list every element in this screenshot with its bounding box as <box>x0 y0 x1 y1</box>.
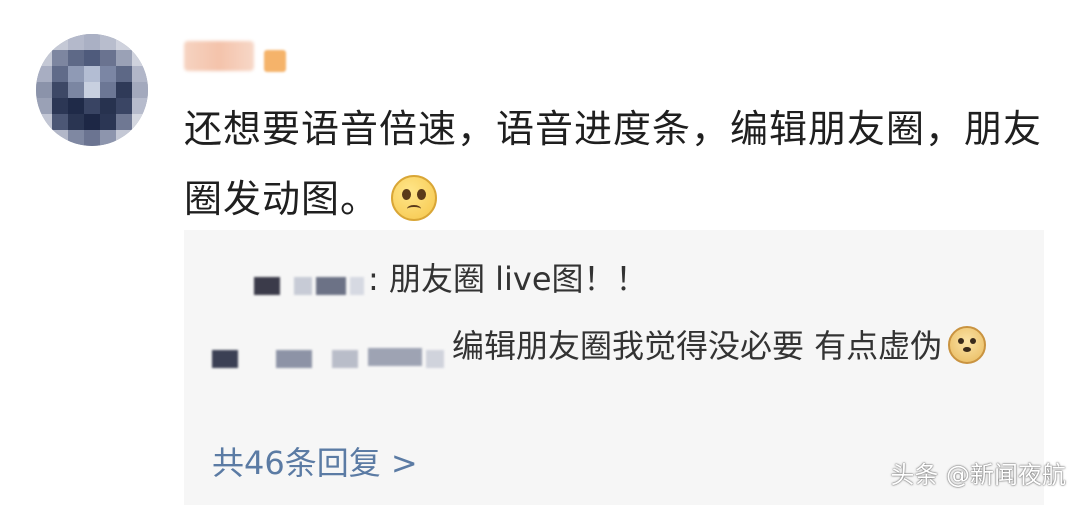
reply-item[interactable]: : 朋友圈 live图！！ <box>212 254 648 301</box>
reply-text: : 朋友圈 live图！！ <box>368 260 648 298</box>
username-redacted[interactable] <box>184 40 286 72</box>
user-badge-icon <box>264 50 286 72</box>
view-all-replies-link[interactable]: 共46条回复 > <box>212 438 418 484</box>
reply-author-redacted[interactable] <box>212 261 368 301</box>
pleading-face-icon <box>391 174 438 221</box>
reply-text: 编辑朋友圈我觉得没必要 有点虚伪 <box>452 327 943 365</box>
avatar-mosaic <box>36 34 148 146</box>
username-blur-block <box>184 41 254 71</box>
comment-text: 还想要语音倍速，语音进度条，编辑朋友圈，朋友圈发动图。 <box>184 107 1043 221</box>
reply-item[interactable]: 编辑朋友圈我觉得没必要 有点虚伪 <box>212 318 1012 374</box>
reply-author-redacted[interactable] <box>212 328 452 368</box>
comment-body: 还想要语音倍速，语音进度条，编辑朋友圈，朋友圈发动图。 <box>184 94 1044 234</box>
source-watermark: 头条 @新闻夜航 <box>890 461 1066 489</box>
doge-face-icon <box>948 326 987 364</box>
avatar[interactable] <box>36 34 148 146</box>
